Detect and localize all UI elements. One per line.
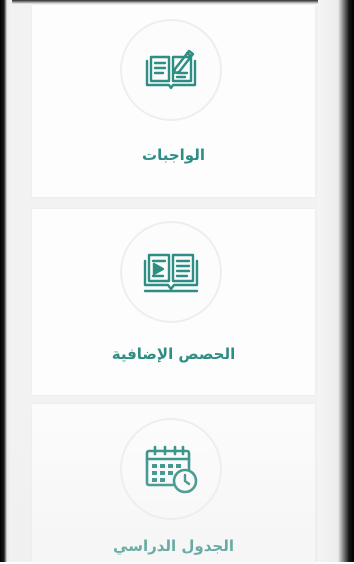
- calendar-clock-icon: [145, 445, 198, 494]
- extra-classes-book-icon: [143, 253, 199, 293]
- homework-card[interactable]: الواجبات: [32, 5, 315, 197]
- schedule-label: الجدول الدراسي: [113, 537, 234, 555]
- homework-book-pencil-icon: [145, 49, 197, 90]
- extra-classes-card[interactable]: الحصص الإضافية: [32, 209, 315, 395]
- icon-circle: [120, 221, 222, 323]
- screen-frame-left: [0, 0, 12, 562]
- homework-label: الواجبات: [142, 146, 205, 164]
- extra-classes-label: الحصص الإضافية: [111, 345, 236, 363]
- screen-frame-right: [318, 0, 354, 562]
- icon-circle: [120, 19, 222, 121]
- schedule-card[interactable]: الجدول الدراسي: [32, 404, 315, 564]
- icon-circle: [120, 418, 222, 520]
